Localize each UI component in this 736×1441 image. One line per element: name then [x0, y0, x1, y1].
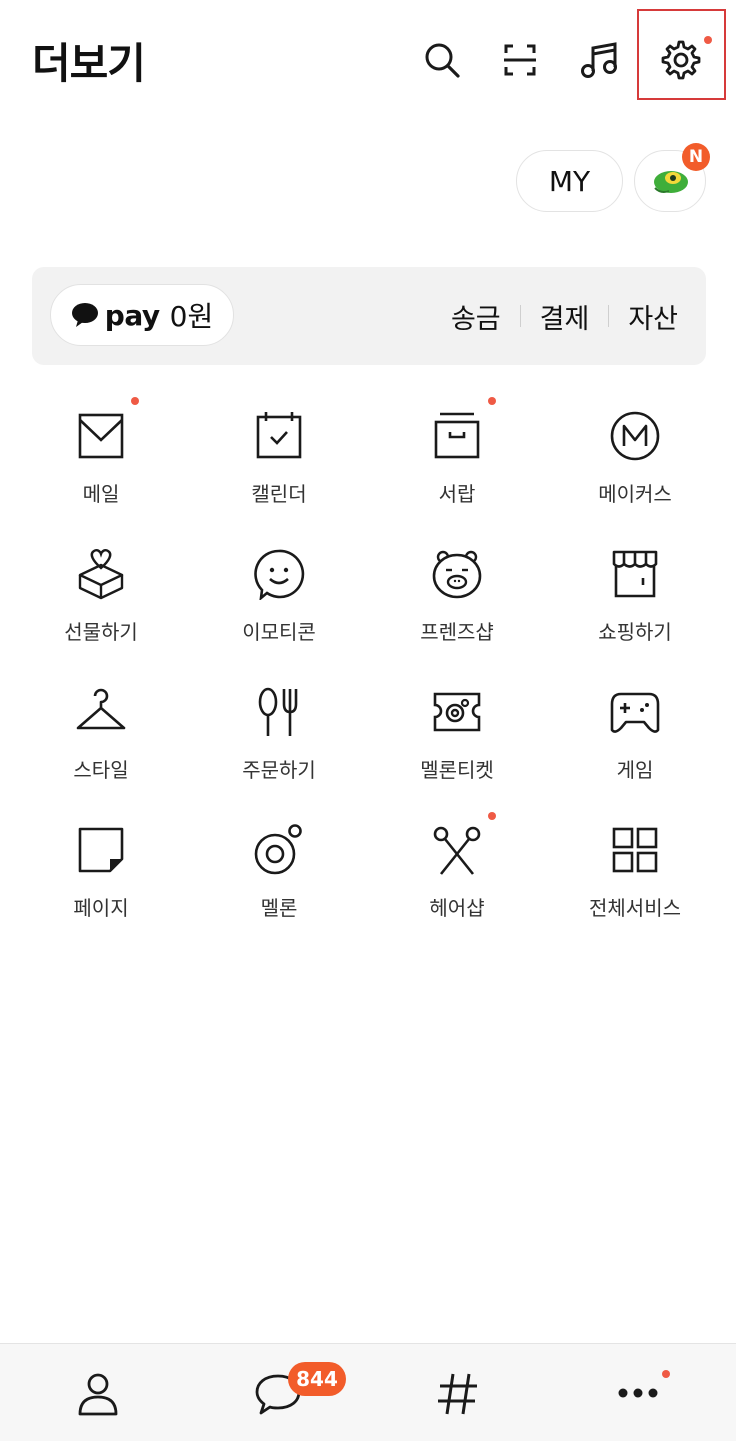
- service-gift[interactable]: 선물하기: [16, 548, 186, 668]
- service-game[interactable]: 게임: [550, 686, 720, 806]
- service-label: 주문하기: [242, 758, 316, 782]
- service-friends-shop[interactable]: 프렌즈샵: [372, 548, 542, 668]
- chat-unread-badge: 844: [288, 1362, 346, 1396]
- search-button[interactable]: [418, 36, 466, 84]
- music-icon: [581, 42, 617, 78]
- pay-logo: pay: [104, 298, 160, 332]
- calendar-icon: [256, 412, 302, 459]
- friends-shop-icon: [432, 550, 482, 599]
- service-label: 헤어샵: [429, 896, 485, 920]
- pay-links: 송금 결제 자산: [451, 267, 678, 365]
- emoticon-icon: [254, 549, 305, 600]
- service-hairshop[interactable]: 헤어샵: [372, 824, 542, 944]
- speech-bubble-icon: [71, 303, 98, 327]
- gift-icon: [78, 549, 124, 600]
- ticket-icon: [433, 692, 481, 732]
- service-label: 스타일: [73, 758, 129, 782]
- divider: [519, 305, 521, 327]
- nav-friends[interactable]: [38, 1344, 158, 1441]
- settings-notification-dot: [704, 36, 712, 44]
- gamepad-icon: [610, 692, 660, 733]
- mail-notification-dot: [131, 397, 139, 405]
- new-badge: N: [682, 143, 710, 171]
- service-label: 메이커스: [598, 482, 672, 506]
- service-drawer[interactable]: 서랍: [372, 410, 542, 530]
- character-avatar-icon: [654, 171, 688, 193]
- service-label: 선물하기: [64, 620, 138, 644]
- settings-button[interactable]: [657, 36, 705, 84]
- service-shopping[interactable]: 쇼핑하기: [550, 548, 720, 668]
- my-button[interactable]: MY: [516, 150, 623, 212]
- fork-spoon-icon: [258, 687, 298, 736]
- hanger-icon: [76, 688, 126, 730]
- melon-icon: [254, 824, 302, 875]
- mail-icon: [78, 413, 124, 459]
- more-icon: [618, 1388, 658, 1397]
- service-label: 메일: [82, 482, 120, 506]
- pay-link-send[interactable]: 송금: [451, 297, 501, 336]
- pay-link-assets[interactable]: 자산: [628, 297, 678, 336]
- pay-balance-button[interactable]: pay 0원: [50, 284, 234, 346]
- service-label: 멜론: [260, 896, 298, 920]
- more-notification-dot: [662, 1370, 670, 1378]
- page-title: 더보기: [32, 39, 146, 88]
- service-label: 페이지: [73, 896, 129, 920]
- settings-icon: [661, 40, 701, 80]
- pay-amount: 0원: [169, 300, 214, 333]
- pay-bar: pay 0원 송금 결제 자산: [32, 267, 706, 365]
- music-button[interactable]: [576, 36, 624, 84]
- friends-icon: [78, 1373, 118, 1415]
- service-order[interactable]: 주문하기: [194, 686, 364, 806]
- service-emoticon[interactable]: 이모티콘: [194, 548, 364, 668]
- service-label: 프렌즈샵: [420, 620, 494, 644]
- nav-more[interactable]: [578, 1344, 698, 1441]
- scan-button[interactable]: [496, 36, 544, 84]
- service-mail[interactable]: 메일: [16, 410, 186, 530]
- service-label: 멜론티켓: [420, 758, 494, 782]
- page-icon: [78, 827, 124, 873]
- nav-view[interactable]: [398, 1344, 518, 1441]
- drawer-notification-dot: [488, 397, 496, 405]
- shopping-icon: [612, 550, 658, 598]
- service-label: 캘린더: [251, 482, 307, 506]
- drawer-icon: [434, 412, 480, 459]
- all-services-icon: [612, 827, 658, 873]
- service-all[interactable]: 전체서비스: [550, 824, 720, 944]
- service-calendar[interactable]: 캘린더: [194, 410, 364, 530]
- service-melon-ticket[interactable]: 멜론티켓: [372, 686, 542, 806]
- service-label: 쇼핑하기: [598, 620, 672, 644]
- search-icon: [425, 43, 460, 78]
- makers-icon: [610, 411, 660, 461]
- service-melon[interactable]: 멜론: [194, 824, 364, 944]
- service-page[interactable]: 페이지: [16, 824, 186, 944]
- hashtag-icon: [438, 1373, 477, 1414]
- service-label: 게임: [616, 758, 654, 782]
- service-makers[interactable]: 메이커스: [550, 410, 720, 530]
- divider: [608, 305, 610, 327]
- service-label: 이모티콘: [242, 620, 316, 644]
- hairshop-notification-dot: [488, 812, 496, 820]
- scissors-icon: [433, 826, 481, 875]
- pay-link-payment[interactable]: 결제: [540, 297, 590, 336]
- service-style[interactable]: 스타일: [16, 686, 186, 806]
- scan-icon: [504, 44, 536, 76]
- service-label: 서랍: [438, 482, 476, 506]
- service-label: 전체서비스: [589, 896, 681, 920]
- bottom-nav: [0, 1343, 736, 1441]
